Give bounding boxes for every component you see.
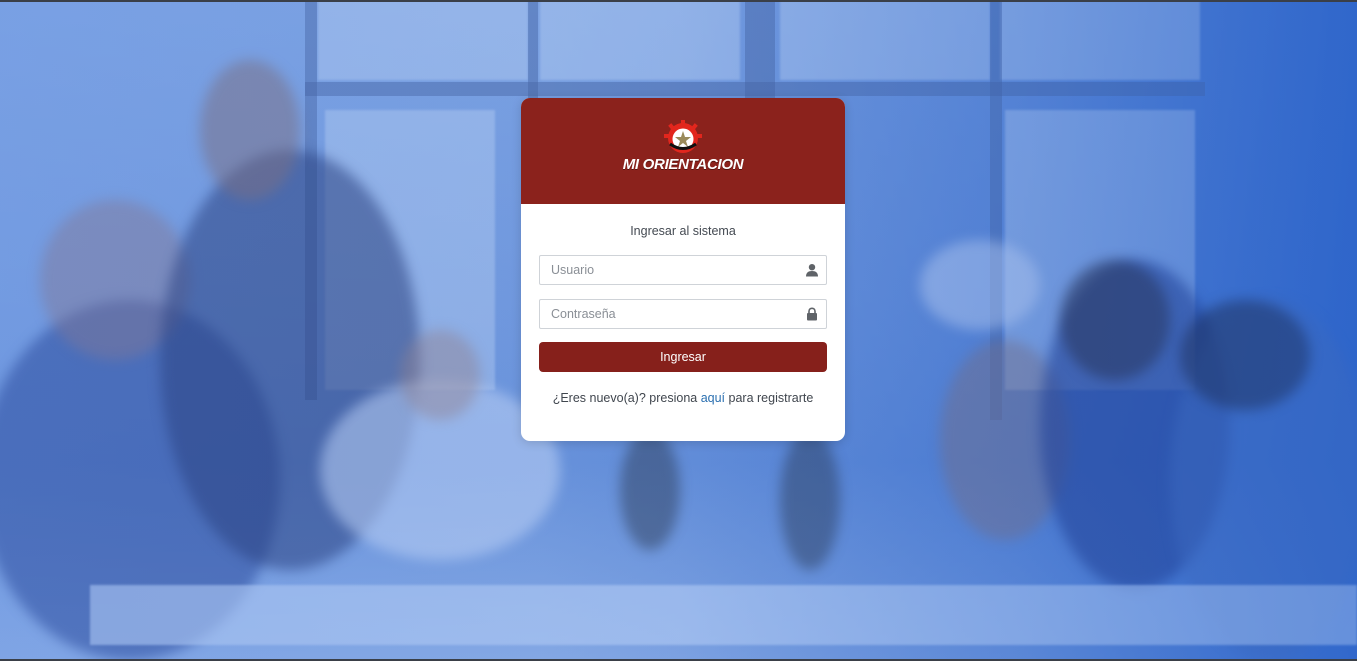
emblem-icon — [664, 120, 702, 153]
login-button[interactable]: Ingresar — [539, 342, 827, 372]
login-title: Ingresar al sistema — [630, 224, 736, 238]
login-body: Ingresar al sistema Ingresar ¿Eres nuevo… — [521, 224, 845, 405]
lock-icon — [807, 307, 817, 321]
login-header: MI ORIENTACION — [521, 98, 845, 204]
register-prompt: ¿Eres nuevo(a)? presiona aquí para regis… — [539, 391, 827, 405]
username-field[interactable] — [539, 255, 827, 285]
register-suffix: para registrarte — [725, 391, 814, 405]
register-link[interactable]: aquí — [701, 391, 725, 405]
password-field[interactable] — [539, 299, 827, 329]
username-input[interactable] — [540, 256, 826, 284]
brand-name: MI ORIENTACION — [622, 156, 744, 173]
window-top-border — [0, 0, 1357, 2]
login-card: MI ORIENTACION Ingresar al sistema Ingre… — [521, 98, 845, 441]
brand-logo: MI ORIENTACION — [521, 120, 845, 173]
password-input[interactable] — [540, 300, 826, 328]
user-icon — [806, 264, 818, 277]
register-prefix: ¿Eres nuevo(a)? presiona — [552, 391, 701, 405]
